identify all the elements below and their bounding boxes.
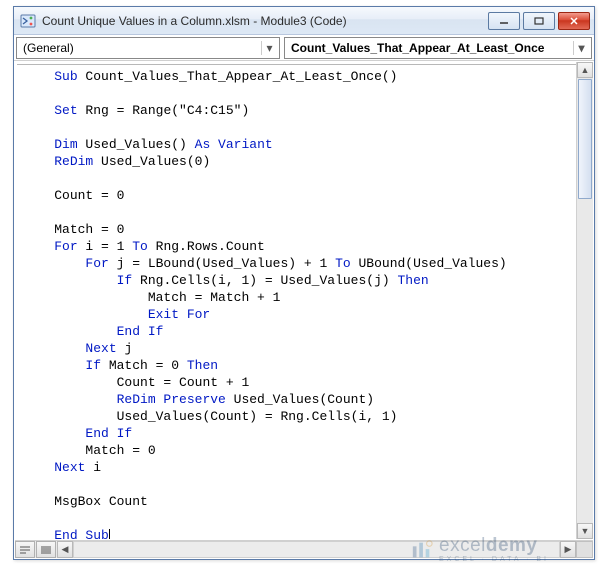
scroll-down-arrow-icon[interactable]: ▼: [577, 523, 593, 539]
scrollbar-corner: [576, 541, 593, 558]
code-pane-selectors: (General) ▾ Count_Values_That_Appear_At_…: [14, 35, 594, 61]
code-content: Sub Count_Values_That_Appear_At_Least_On…: [23, 68, 589, 539]
minimize-button[interactable]: [488, 12, 520, 30]
close-button[interactable]: [558, 12, 590, 30]
full-module-view-button[interactable]: [36, 541, 56, 558]
scroll-thumb[interactable]: [578, 79, 592, 199]
procedure-view-button[interactable]: [15, 541, 35, 558]
horizontal-scrollbar[interactable]: [73, 541, 560, 558]
chevron-down-icon: ▾: [573, 41, 587, 55]
vba-module-icon: [20, 13, 36, 29]
procedure-dropdown-value: Count_Values_That_Appear_At_Least_Once: [291, 41, 569, 55]
scroll-left-arrow-icon[interactable]: ◀: [57, 541, 73, 558]
scroll-right-arrow-icon[interactable]: ▶: [560, 541, 576, 558]
window-controls: [488, 12, 590, 30]
chevron-down-icon: ▾: [261, 41, 275, 55]
code-editor[interactable]: Sub Count_Values_That_Appear_At_Least_On…: [15, 62, 593, 539]
text-cursor: [109, 529, 110, 539]
object-dropdown-value: (General): [23, 41, 257, 55]
titlebar[interactable]: Count Unique Values in a Column.xlsm - M…: [14, 7, 594, 35]
maximize-button[interactable]: [523, 12, 555, 30]
vbe-window: Count Unique Values in a Column.xlsm - M…: [13, 6, 595, 560]
vertical-scrollbar[interactable]: ▲ ▼: [576, 62, 593, 539]
window-title: Count Unique Values in a Column.xlsm - M…: [42, 14, 488, 28]
bottom-bar: ◀ ▶: [15, 540, 593, 558]
procedure-separator: [17, 64, 579, 65]
scroll-up-arrow-icon[interactable]: ▲: [577, 62, 593, 78]
scroll-track[interactable]: [577, 79, 593, 522]
procedure-dropdown[interactable]: Count_Values_That_Appear_At_Least_Once ▾: [284, 37, 592, 59]
object-dropdown[interactable]: (General) ▾: [16, 37, 280, 59]
